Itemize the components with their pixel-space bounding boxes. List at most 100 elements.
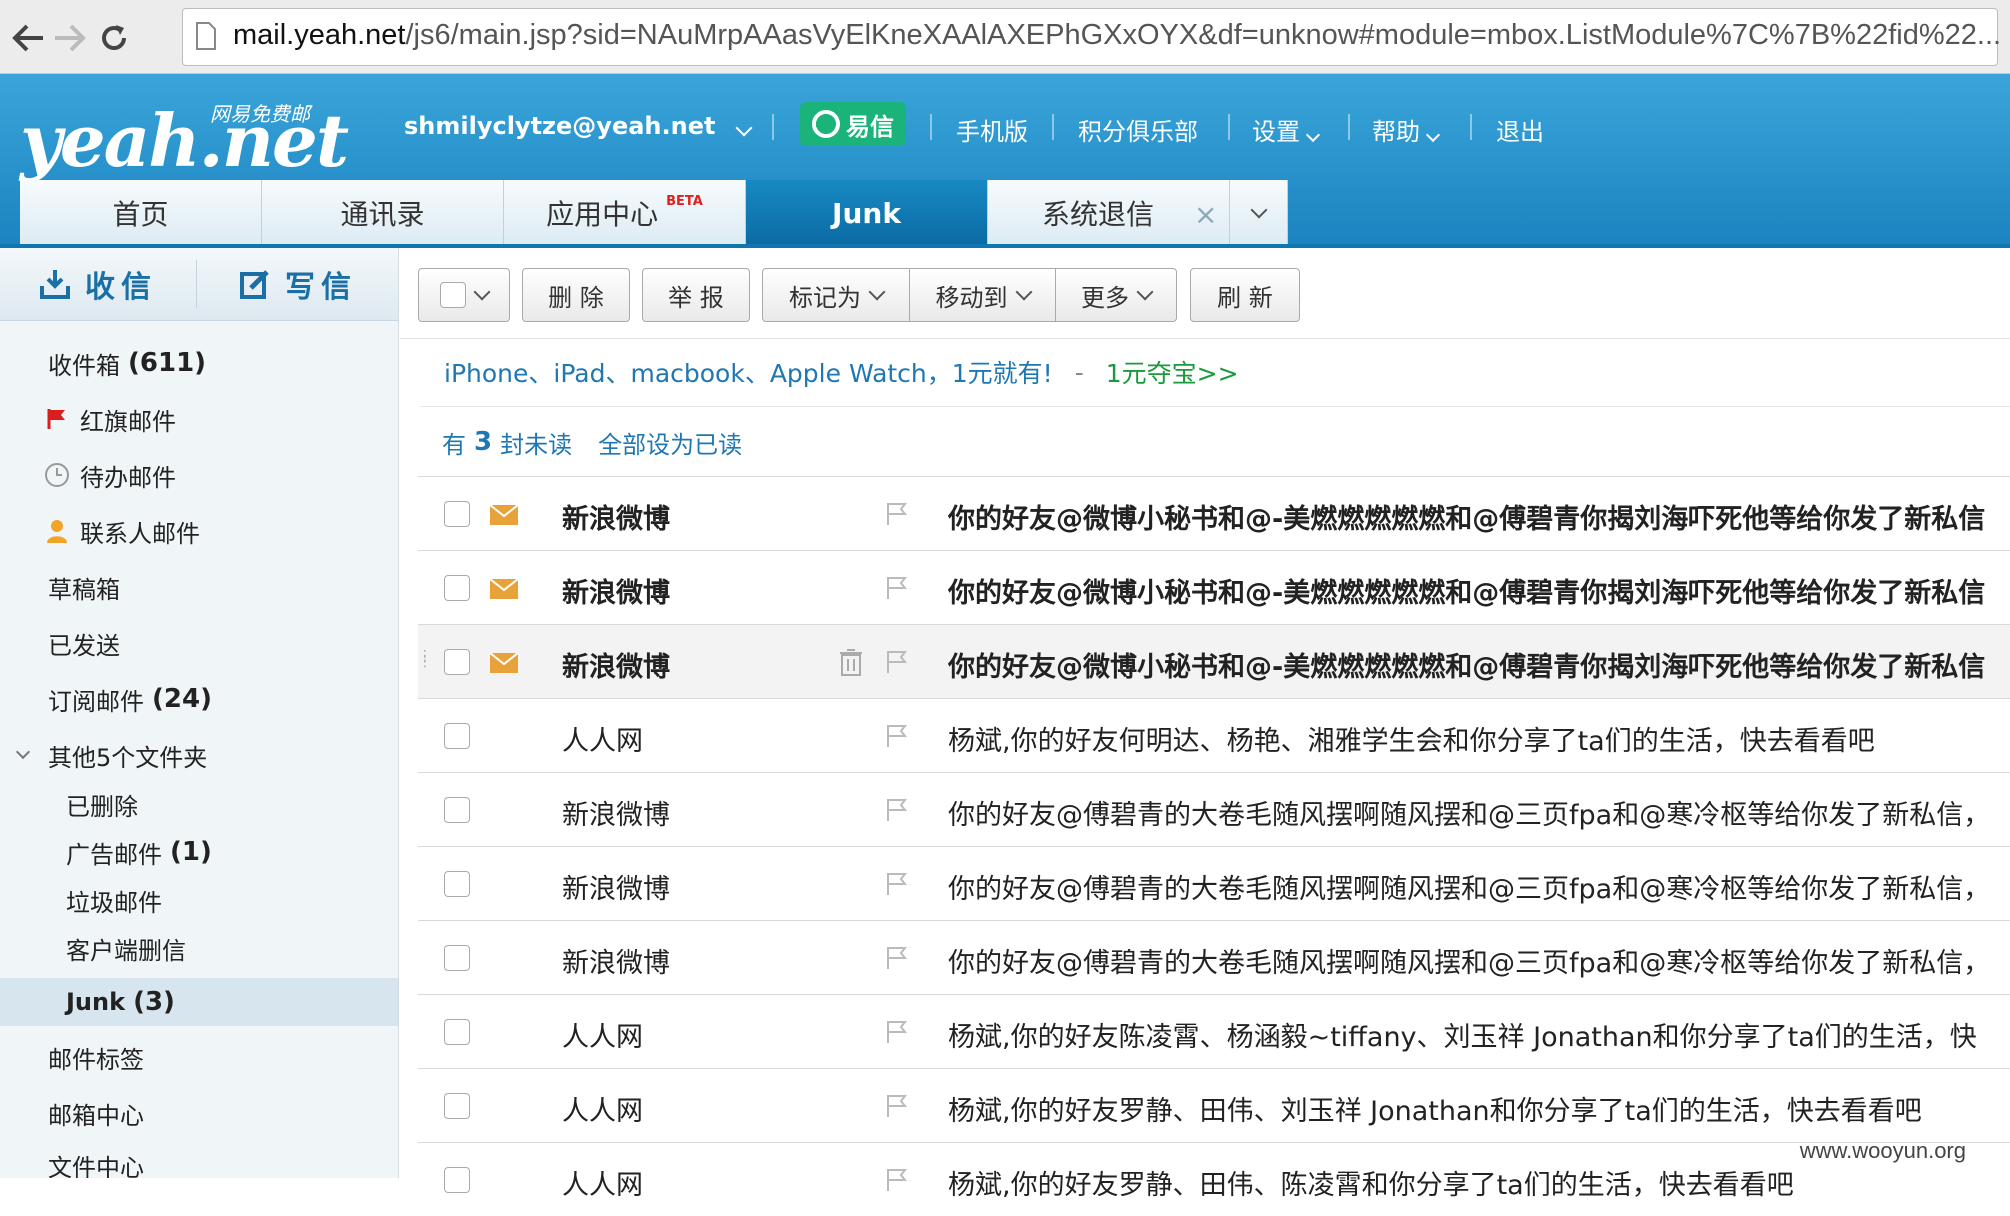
report-button[interactable]: 举 报 (642, 268, 750, 322)
folder-sidebar: 收信 写信 收件箱 (611) 红旗邮件 待办邮件 联系人邮件 草稿箱 已发送 订… (0, 248, 399, 1178)
tab-system-bounce[interactable]: 系统退信 × (988, 180, 1230, 246)
folder-deleted[interactable]: 已删除 (0, 780, 398, 828)
flag-icon[interactable] (884, 945, 910, 971)
yixin-icon (812, 110, 840, 138)
mail-subject: 杨斌,你的好友何明达、杨艳、湘雅学生会和你分享了ta们的生活，快去看看吧 (948, 726, 1875, 757)
flag-icon[interactable] (884, 649, 910, 675)
select-all-dropdown[interactable] (418, 268, 510, 322)
flag-icon[interactable] (884, 871, 910, 897)
row-checkbox[interactable] (444, 723, 470, 749)
tab-contacts[interactable]: 通讯录 (262, 180, 504, 246)
mail-toolbar: 删 除 举 报 标记为 移动到 更多 刷 新 (400, 248, 2010, 339)
row-checkbox[interactable] (444, 1093, 470, 1119)
flag-icon[interactable] (884, 1167, 910, 1193)
receive-button[interactable]: 收信 (0, 248, 196, 320)
trash-icon[interactable] (838, 647, 864, 677)
mail-subject: 杨斌,你的好友罗静、田伟、刘玉祥 Jonathan和你分享了ta们的生活，快去看… (948, 1096, 1922, 1127)
settings-menu[interactable]: 设置 (1252, 112, 1321, 147)
mail-row[interactable]: 新浪微博 你的好友@微博小秘书和@-美燃燃燃燃燃和@傅碧青你揭刘海吓死他等给你发了… (418, 550, 2010, 624)
more-menu[interactable]: 更多 (1055, 268, 1177, 322)
flag-icon[interactable] (884, 575, 910, 601)
flag-icon[interactable] (884, 723, 910, 749)
inbox-download-icon (40, 270, 70, 299)
drag-handle-icon[interactable]: ⋮ ⋮ (418, 649, 432, 671)
mail-row[interactable]: 新浪微博 你的好友@傅碧青的大卷毛随风摆啊随风摆和@三页fpa和@寒冷枢等给你发了… (418, 772, 2010, 846)
row-checkbox[interactable] (444, 649, 470, 675)
row-checkbox[interactable] (444, 945, 470, 971)
reload-icon[interactable] (94, 18, 134, 58)
row-checkbox[interactable] (444, 871, 470, 897)
ad-link[interactable]: iPhone、iPad、macbook、Apple Watch，1元就有! (444, 354, 1053, 390)
mail-sender: 新浪微博 (562, 504, 670, 535)
folder-spam[interactable]: 垃圾邮件 (0, 876, 398, 924)
select-all-checkbox[interactable] (440, 282, 466, 308)
back-icon[interactable] (8, 18, 48, 58)
folder-junk[interactable]: Junk (3) (0, 978, 398, 1026)
mail-tags[interactable]: 邮件标签 (0, 1030, 398, 1084)
folder-drafts[interactable]: 草稿箱 (0, 560, 398, 614)
mail-header: yeah.net 网易免费邮 shmilyclytze@yeah.net 易信 … (0, 74, 2010, 246)
folder-sent[interactable]: 已发送 (0, 616, 398, 670)
mail-row[interactable]: 人人网 杨斌,你的好友罗静、田伟、刘玉祥 Jonathan和你分享了ta们的生活，… (418, 1068, 2010, 1142)
clock-icon (44, 462, 70, 488)
close-tab-icon[interactable]: × (1194, 198, 1217, 231)
unread-envelope-icon (490, 505, 518, 525)
row-checkbox[interactable] (444, 575, 470, 601)
row-checkbox[interactable] (444, 1019, 470, 1045)
flag-icon[interactable] (884, 797, 910, 823)
delete-button[interactable]: 删 除 (522, 268, 630, 322)
mail-row[interactable]: 新浪微博 你的好友@微博小秘书和@-美燃燃燃燃燃和@傅碧青你揭刘海吓死他等给你发了… (418, 476, 2010, 550)
row-checkbox[interactable] (444, 797, 470, 823)
account-menu[interactable]: shmilyclytze@yeah.net (404, 112, 753, 140)
help-menu[interactable]: 帮助 (1372, 112, 1441, 147)
folder-flagged[interactable]: 红旗邮件 (0, 392, 398, 446)
mobile-version-link[interactable]: 手机版 (956, 112, 1028, 147)
flag-icon[interactable] (884, 501, 910, 527)
folder-other-group[interactable]: 其他5个文件夹 (0, 728, 398, 782)
mail-row[interactable]: 人人网 杨斌,你的好友罗静、田伟、陈凌霄和你分享了ta们的生活，快去看看吧 (418, 1142, 2010, 1216)
mail-row[interactable]: 新浪微博 你的好友@傅碧青的大卷毛随风摆啊随风摆和@三页fpa和@寒冷枢等给你发了… (418, 920, 2010, 994)
mail-row[interactable]: ⋮ ⋮ 新浪微博 你的好友@微博小秘书和@-美燃燃燃燃燃和@傅碧青你揭刘海吓死他等给你… (418, 624, 2010, 698)
chevron-down-icon (1015, 283, 1032, 301)
yixin-button[interactable]: 易信 (800, 102, 906, 146)
folder-ads[interactable]: 广告邮件 (1) (0, 828, 398, 876)
flag-icon[interactable] (884, 1093, 910, 1119)
file-center[interactable]: 文件中心 (0, 1140, 398, 1178)
folder-inbox[interactable]: 收件箱 (611) (0, 336, 398, 390)
mail-sender: 新浪微博 (562, 578, 670, 609)
mark-all-read-link[interactable]: 全部设为已读 (598, 425, 742, 460)
yeah-net-logo[interactable]: yeah.net 网易免费邮 (20, 98, 349, 183)
mail-sender: 人人网 (562, 1096, 643, 1127)
chevron-down-icon (473, 283, 491, 301)
ad-banner: iPhone、iPad、macbook、Apple Watch，1元就有! - … (420, 340, 2010, 404)
flag-icon[interactable] (884, 1019, 910, 1045)
mail-subject: 你的好友@微博小秘书和@-美燃燃燃燃燃和@傅碧青你揭刘海吓死他等给你发了新私信 (948, 652, 1986, 683)
move-to-menu[interactable]: 移动到 (909, 268, 1056, 322)
folder-todo[interactable]: 待办邮件 (0, 448, 398, 502)
chevron-down-icon (1305, 127, 1321, 143)
mail-sender: 新浪微博 (562, 948, 670, 979)
row-checkbox[interactable] (444, 1167, 470, 1193)
chevron-down-icon (1136, 283, 1154, 301)
beta-badge: BETA (666, 193, 703, 209)
mailbox-center[interactable]: 邮箱中心 (0, 1086, 398, 1140)
ad-cta-link[interactable]: 1元夺宝>> (1106, 354, 1239, 390)
refresh-button[interactable]: 刷 新 (1190, 268, 1300, 322)
logout-link[interactable]: 退出 (1496, 112, 1544, 147)
tab-home[interactable]: 首页 (20, 180, 262, 246)
mail-row[interactable]: 人人网 杨斌,你的好友陈凌霄、杨涵毅~tiffany、刘玉祥 Jonathan和你… (418, 994, 2010, 1068)
address-bar[interactable]: mail.yeah.net/js6/main.jsp?sid=NAuMrpAAa… (182, 8, 2001, 66)
mail-row[interactable]: 新浪微博 你的好友@傅碧青的大卷毛随风摆啊随风摆和@三页fpa和@寒冷枢等给你发了… (418, 846, 2010, 920)
forward-icon[interactable] (50, 18, 90, 58)
tab-junk[interactable]: Junk (746, 180, 988, 246)
folder-subscriptions[interactable]: 订阅邮件 (24) (0, 672, 398, 726)
mail-row[interactable]: 人人网 杨斌,你的好友何明达、杨艳、湘雅学生会和你分享了ta们的生活，快去看看吧 (418, 698, 2010, 772)
compose-button[interactable]: 写信 (198, 248, 398, 320)
points-club-link[interactable]: 积分俱乐部 (1078, 112, 1198, 147)
mark-as-menu[interactable]: 标记为 (762, 268, 910, 322)
tab-overflow-menu[interactable] (1230, 180, 1288, 246)
folder-client-deleted[interactable]: 客户端删信 (0, 924, 398, 972)
tab-app-center[interactable]: 应用中心 BETA (504, 180, 746, 246)
row-checkbox[interactable] (444, 501, 470, 527)
folder-contacts-mail[interactable]: 联系人邮件 (0, 504, 398, 558)
